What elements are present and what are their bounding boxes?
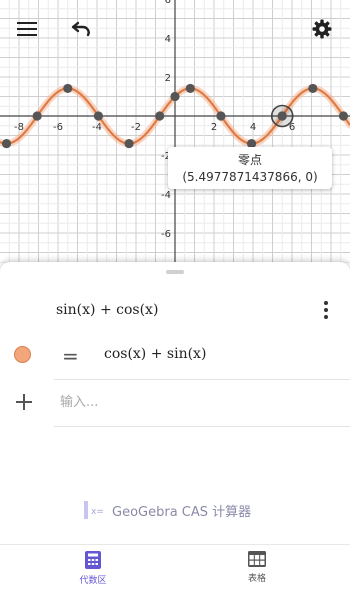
y-tick-label: -6: [161, 229, 171, 240]
tab-table-label: 表格: [247, 574, 266, 584]
special-point[interactable]: [185, 83, 195, 94]
tab-algebra[interactable]: 代数区: [53, 551, 133, 597]
bottom-navigation: 代数区 表格: [0, 544, 350, 601]
function-output: cos(x) + sin(x): [104, 346, 207, 362]
drag-handle[interactable]: [166, 270, 184, 274]
cas-logo-icon: x=: [84, 501, 106, 519]
algebra-item[interactable]: sin(x) + cos(x) = cos(x) + sin(x): [0, 284, 350, 380]
special-point[interactable]: [170, 91, 180, 102]
table-icon: [248, 551, 266, 567]
app-brand: x= GeoGebra CAS 计算器: [84, 500, 251, 520]
special-point[interactable]: [308, 83, 318, 94]
undo-icon: [71, 21, 90, 37]
x-tick-label: -6: [53, 122, 63, 133]
plus-icon: [16, 394, 32, 410]
gear-icon: [312, 19, 332, 39]
algebra-panel: sin(x) + cos(x) = cos(x) + sin(x) x= Geo…: [0, 262, 350, 601]
special-point[interactable]: [93, 111, 104, 121]
special-point[interactable]: [155, 111, 165, 121]
divider: [54, 379, 350, 380]
special-point[interactable]: [63, 83, 73, 94]
y-tick-label: 4: [165, 34, 171, 45]
calculator-icon: [85, 551, 101, 569]
input-field[interactable]: [60, 392, 330, 412]
x-tick-label: -2: [131, 122, 141, 133]
special-point[interactable]: [32, 111, 42, 121]
special-point[interactable]: [216, 111, 226, 121]
tab-algebra-label: 代数区: [79, 576, 107, 586]
equals-sign: =: [62, 344, 79, 368]
more-vertical-icon: [324, 301, 328, 319]
y-tick-label: 2: [165, 73, 171, 84]
x-tick-label: 4: [250, 122, 256, 133]
undo-button[interactable]: [68, 16, 94, 42]
divider: [54, 426, 350, 427]
y-tick-label: 6: [165, 0, 171, 6]
brand-label: GeoGebra CAS 计算器: [112, 504, 252, 520]
point-tooltip: 零点 (5.4977871437866, 0): [168, 147, 332, 189]
hamburger-menu-icon: [17, 22, 37, 36]
more-options-button[interactable]: [316, 298, 336, 322]
settings-button[interactable]: [309, 16, 335, 42]
y-tick-label: -4: [161, 190, 171, 201]
menu-button[interactable]: [14, 16, 40, 42]
logo-text: x=: [91, 507, 104, 517]
tab-table[interactable]: 表格: [217, 551, 297, 597]
graph-view[interactable]: -8 -6 -4 -2 2 4 6642-2-4-6: [0, 0, 350, 270]
tooltip-value: (5.4977871437866, 0): [182, 170, 318, 184]
tooltip-title: 零点: [237, 153, 262, 167]
selected-point[interactable]: [277, 111, 287, 121]
add-button[interactable]: [14, 392, 34, 412]
special-point[interactable]: [1, 138, 12, 149]
special-point[interactable]: [338, 111, 349, 121]
special-point[interactable]: [124, 138, 134, 149]
color-toggle[interactable]: [14, 346, 31, 363]
function-expression[interactable]: sin(x) + cos(x): [56, 302, 158, 318]
x-tick-label: 2: [211, 122, 217, 133]
